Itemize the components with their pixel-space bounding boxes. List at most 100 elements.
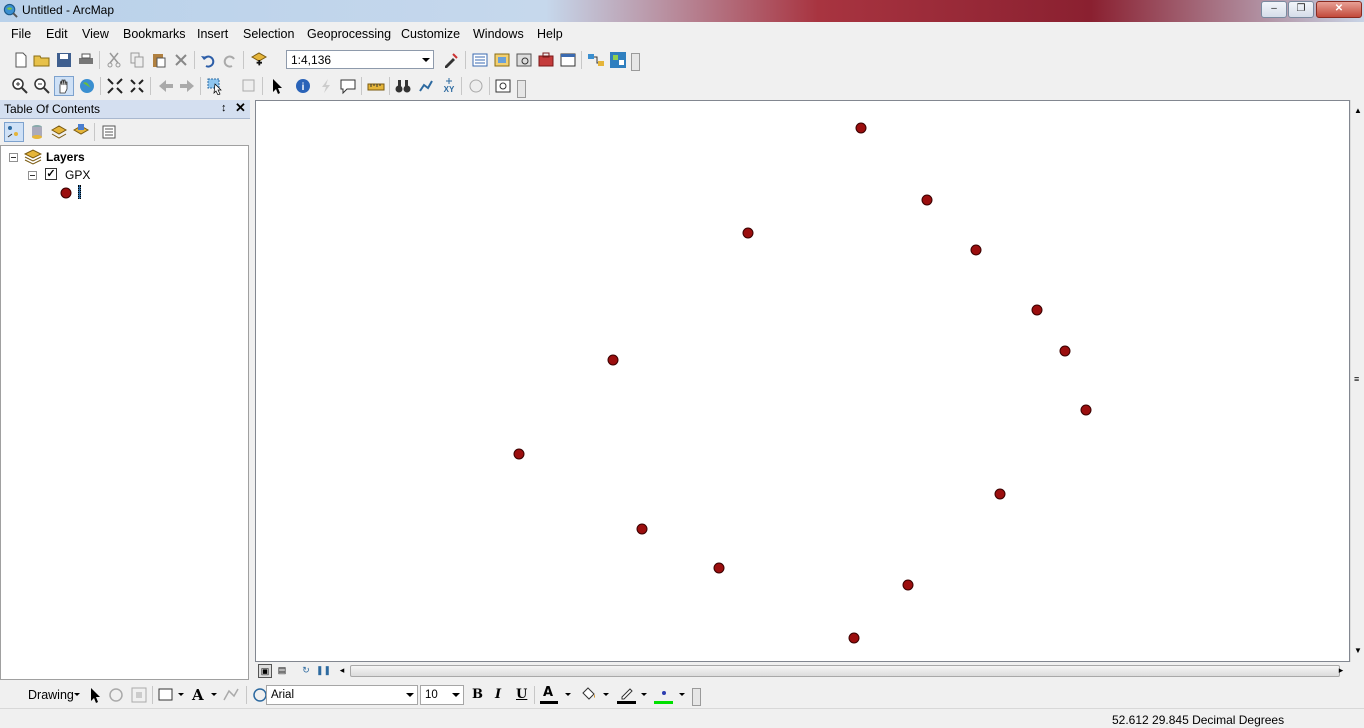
gpx-point[interactable]	[1059, 345, 1071, 357]
toc-close-button[interactable]: ✕	[235, 100, 246, 116]
python-window-icon[interactable]	[559, 51, 577, 69]
gpx-point[interactable]	[607, 354, 619, 366]
gpx-point[interactable]	[713, 562, 725, 574]
gpx-point[interactable]	[1080, 404, 1092, 416]
close-button[interactable]: ✕	[1316, 1, 1362, 18]
scroll-left-arrow[interactable]: ◂	[335, 664, 349, 678]
rectangle-tool-icon[interactable]	[157, 686, 175, 704]
gpx-point[interactable]	[921, 194, 933, 206]
horizontal-scroll-thumb[interactable]	[350, 665, 1340, 677]
undo-icon[interactable]	[199, 51, 217, 69]
gpx-layer-name[interactable]: GPX	[65, 168, 90, 182]
back-extent-icon[interactable]	[157, 77, 175, 95]
go-to-xy-icon[interactable]: XY	[440, 77, 458, 95]
redo-icon[interactable]	[221, 51, 239, 69]
fixed-zoom-out-icon[interactable]	[128, 77, 146, 95]
gpx-point-symbol[interactable]	[59, 186, 73, 200]
tools-toolbar-options[interactable]	[517, 80, 526, 98]
standard-toolbar-options[interactable]	[631, 53, 640, 71]
drawing-menu[interactable]: Drawing	[28, 688, 74, 702]
arcgis-online-icon[interactable]	[609, 51, 627, 69]
fixed-zoom-in-icon[interactable]	[106, 77, 124, 95]
scroll-down-arrow[interactable]: ▼	[1354, 646, 1362, 655]
gpx-collapse-toggle[interactable]	[28, 171, 37, 180]
scroll-right-arrow[interactable]: ▸	[1334, 664, 1348, 678]
gpx-point[interactable]	[742, 227, 754, 239]
new-text-icon[interactable]: A	[192, 686, 204, 704]
map-scale-combo[interactable]: 1:4,136	[286, 50, 434, 69]
layout-view-button[interactable]: ▤	[275, 664, 289, 678]
add-data-icon[interactable]	[250, 51, 268, 69]
drawing-toolbar-options[interactable]	[692, 688, 701, 706]
map-canvas[interactable]	[256, 101, 1351, 663]
pan-hand-icon[interactable]	[54, 76, 74, 96]
html-popup-icon[interactable]	[339, 77, 357, 95]
gpx-point[interactable]	[902, 579, 914, 591]
pause-drawing-icon[interactable]: ❚❚	[316, 664, 331, 678]
save-icon[interactable]	[55, 51, 73, 69]
print-icon[interactable]	[77, 51, 95, 69]
menu-insert[interactable]: Insert	[197, 27, 228, 41]
bold-button[interactable]: B	[472, 687, 483, 702]
map-display[interactable]	[255, 100, 1350, 662]
open-folder-icon[interactable]	[33, 51, 51, 69]
gpx-point[interactable]	[970, 244, 982, 256]
list-by-drawing-order-icon[interactable]	[4, 122, 24, 142]
map-vertical-scrollbar[interactable]: ▲ ≡ ▼	[1350, 100, 1364, 662]
search-window-icon[interactable]	[515, 51, 533, 69]
italic-button[interactable]: I	[495, 687, 501, 702]
list-by-selection-icon[interactable]	[72, 123, 90, 141]
minimize-button[interactable]: –	[1261, 1, 1287, 18]
menu-bookmarks[interactable]: Bookmarks	[123, 27, 186, 41]
gpx-point[interactable]	[513, 448, 525, 460]
hyperlink-icon[interactable]	[317, 77, 335, 95]
list-by-source-icon[interactable]	[28, 123, 46, 141]
copy-icon[interactable]	[128, 51, 146, 69]
list-by-visibility-icon[interactable]	[50, 123, 68, 141]
menu-customize[interactable]: Customize	[401, 27, 460, 41]
edit-vertices-icon[interactable]	[222, 686, 240, 704]
gpx-point[interactable]	[855, 122, 867, 134]
catalog-window-icon[interactable]	[493, 51, 511, 69]
zoom-in-icon[interactable]	[11, 77, 29, 95]
editor-toolbar-icon[interactable]	[442, 51, 460, 69]
identify-icon[interactable]: i	[294, 77, 312, 95]
gpx-visibility-checkbox[interactable]: ✓	[45, 168, 57, 180]
menu-windows[interactable]: Windows	[473, 27, 524, 41]
new-document-icon[interactable]	[12, 51, 30, 69]
toc-options-icon[interactable]	[100, 123, 118, 141]
zoom-to-selected-elements-icon[interactable]	[130, 686, 148, 704]
data-frame-label[interactable]: Layers	[46, 150, 85, 164]
full-extent-globe-icon[interactable]	[78, 77, 96, 95]
gpx-point[interactable]	[848, 632, 860, 644]
find-binoculars-icon[interactable]	[394, 77, 412, 95]
time-slider-icon[interactable]	[467, 77, 485, 95]
menu-view[interactable]: View	[82, 27, 109, 41]
select-features-icon[interactable]	[206, 77, 224, 95]
model-builder-icon[interactable]	[587, 51, 605, 69]
create-viewer-window-icon[interactable]	[494, 77, 512, 95]
underline-button[interactable]: U	[516, 687, 527, 702]
rotate-icon[interactable]	[107, 686, 125, 704]
menu-selection[interactable]: Selection	[243, 27, 294, 41]
select-elements-arrow-icon[interactable]	[268, 77, 286, 95]
data-view-button[interactable]: ▣	[258, 664, 272, 678]
clear-selection-icon[interactable]	[240, 77, 258, 95]
menu-edit[interactable]: Edit	[46, 27, 68, 41]
paste-icon[interactable]	[150, 51, 168, 69]
gpx-point[interactable]	[636, 523, 648, 535]
gpx-point[interactable]	[1031, 304, 1043, 316]
scroll-up-arrow[interactable]: ▲	[1354, 106, 1362, 115]
gpx-point[interactable]	[994, 488, 1006, 500]
layers-collapse-toggle[interactable]	[9, 153, 18, 162]
restore-button[interactable]: ❐	[1288, 1, 1314, 18]
menu-help[interactable]: Help	[537, 27, 563, 41]
refresh-view-icon[interactable]: ↻	[299, 664, 313, 678]
fill-color-bucket-icon[interactable]	[580, 685, 598, 703]
zoom-out-icon[interactable]	[33, 77, 51, 95]
select-element-arrow-icon[interactable]	[86, 686, 104, 704]
toc-auto-hide-pin-icon[interactable]: ↕	[221, 102, 227, 114]
forward-extent-icon[interactable]	[178, 77, 196, 95]
table-of-contents-icon[interactable]	[471, 51, 489, 69]
find-route-icon[interactable]	[417, 77, 435, 95]
